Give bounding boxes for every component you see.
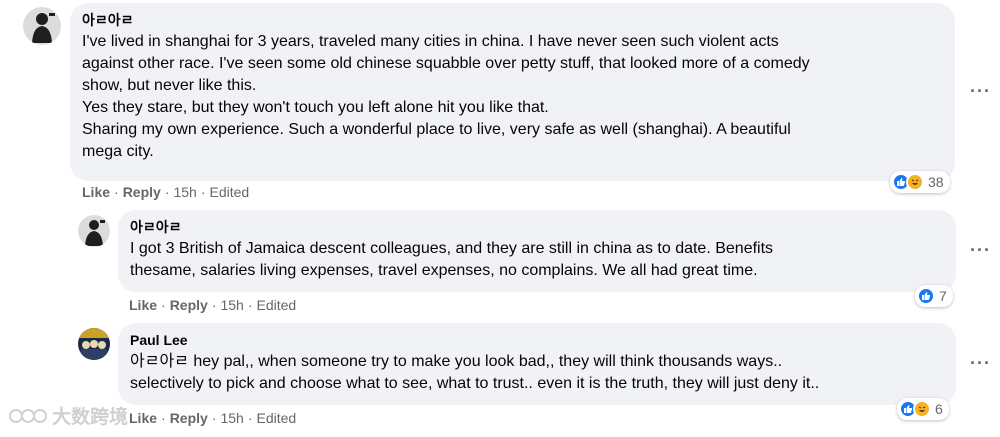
timestamp[interactable]: 15h xyxy=(220,410,243,426)
reaction-count: 6 xyxy=(935,401,943,417)
separator: · xyxy=(161,410,166,426)
edited-label: Edited xyxy=(256,410,297,426)
comment-text: 아ㄹ아ㄹ hey pal,, when someone try to make … xyxy=(130,351,944,395)
comment-3: Paul Lee 아ㄹ아ㄹ hey pal,, when someone try… xyxy=(0,0,1000,437)
reaction-summary[interactable]: 6 xyxy=(897,398,949,420)
avatar-group-photo-icon xyxy=(78,328,110,360)
reply-button[interactable]: Reply xyxy=(170,410,208,426)
watermark-text: 大数跨境 xyxy=(52,407,129,428)
haha-icon xyxy=(913,400,931,418)
comment-author[interactable]: Paul Lee xyxy=(130,331,944,349)
watermark-logo-icon xyxy=(9,408,47,423)
avatar[interactable] xyxy=(78,328,110,360)
separator: · xyxy=(247,410,253,426)
comment-line: 아ㄹ아ㄹ hey pal,, when someone try to make … xyxy=(130,353,783,370)
comment-bubble: Paul Lee 아ㄹ아ㄹ hey pal,, when someone try… xyxy=(118,323,956,405)
watermark: 大数跨境 xyxy=(8,402,128,429)
more-options-icon[interactable]: ··· xyxy=(970,353,991,374)
separator: · xyxy=(211,410,217,426)
like-button[interactable]: Like xyxy=(129,410,157,426)
comment-line: selectively to pick and choose what to s… xyxy=(130,375,820,392)
comment-actions: Like · Reply · 15h · Edited xyxy=(129,410,296,426)
